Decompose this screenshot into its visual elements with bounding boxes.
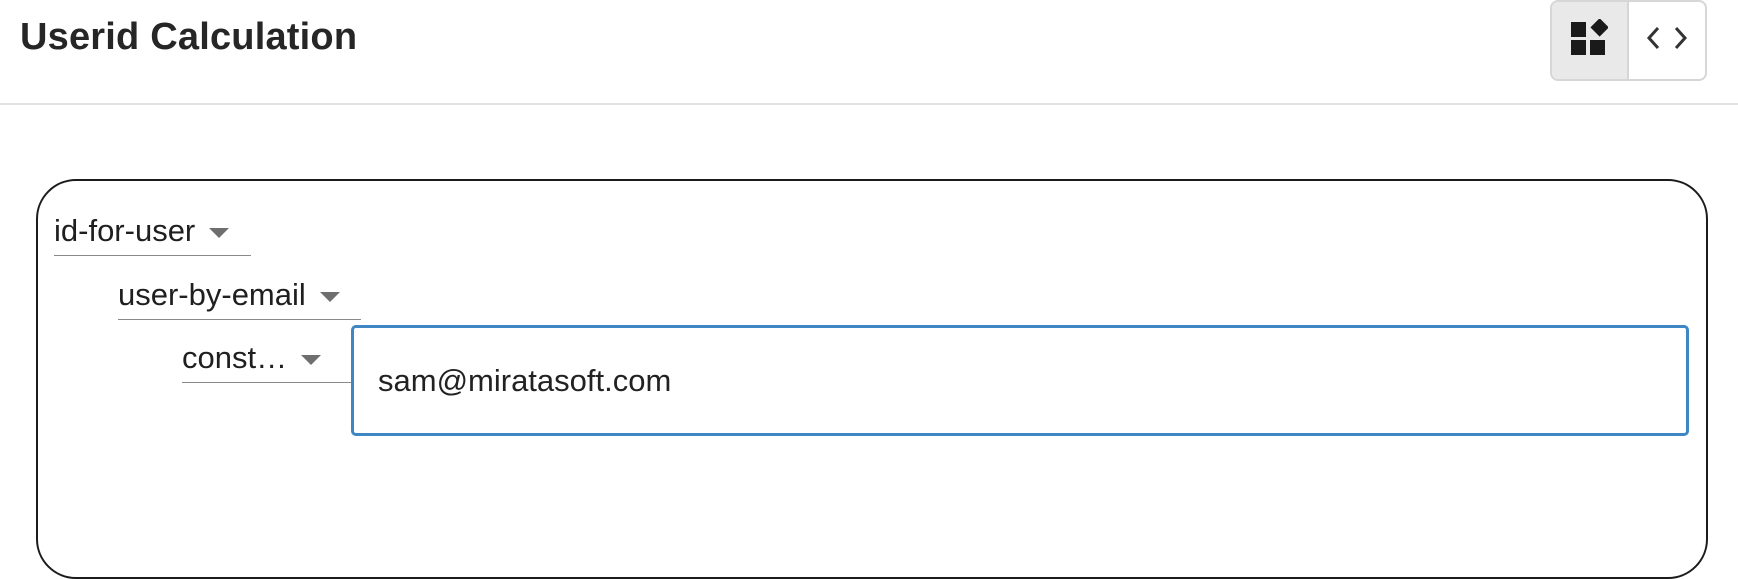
dropdown-arrow-icon <box>319 291 340 302</box>
page-title: Userid Calculation <box>20 16 358 58</box>
block-label: id-for-user <box>54 212 196 248</box>
view-toggle <box>1550 0 1707 81</box>
dropdown-arrow-icon <box>209 227 230 238</box>
dropdown-arrow-icon <box>301 354 322 365</box>
blocks-view-button[interactable] <box>1552 2 1629 79</box>
const-block-select[interactable]: const… <box>182 333 352 383</box>
block-label: const… <box>182 339 288 375</box>
constant-value-input[interactable] <box>351 325 1689 436</box>
id-for-user-block-select[interactable]: id-for-user <box>54 206 251 256</box>
blocks-icon <box>1570 18 1610 62</box>
page-header: Userid Calculation <box>0 0 1738 105</box>
code-icon <box>1646 23 1688 58</box>
user-by-email-block-select[interactable]: user-by-email <box>118 270 361 320</box>
block-label: user-by-email <box>118 276 306 312</box>
code-view-button[interactable] <box>1629 2 1706 79</box>
